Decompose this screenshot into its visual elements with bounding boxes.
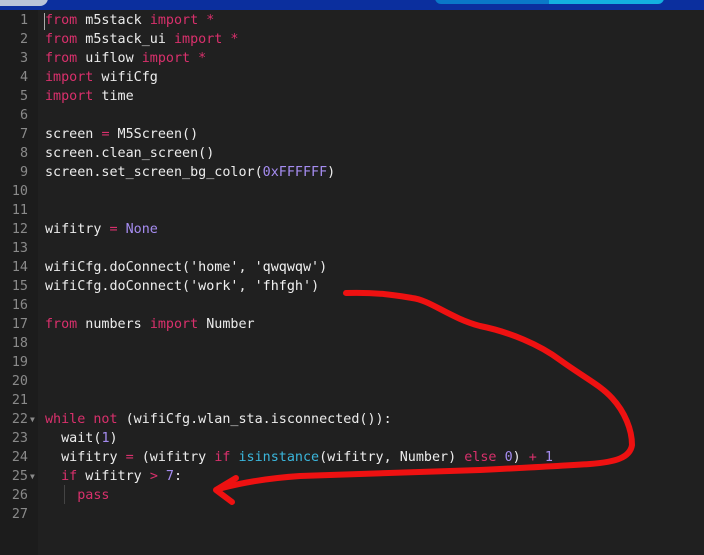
annotation-stroke: [219, 289, 635, 491]
red-annotation-arrow: [213, 289, 635, 505]
